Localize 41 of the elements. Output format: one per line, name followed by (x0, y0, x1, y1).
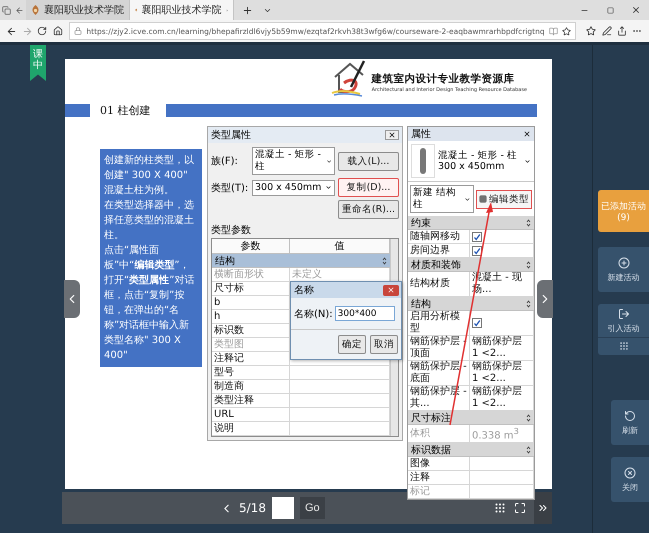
table-cell: 制造商 (212, 380, 290, 393)
table-cell: 体积 (408, 425, 470, 442)
table-cell: 型号 (212, 366, 290, 379)
phase-tag: 课中 (30, 45, 46, 81)
dialog-title: 类型属性 (211, 128, 251, 142)
section-title: 01 柱创建 (99, 103, 152, 118)
logo-title: 建筑室内设计专业教学资源库 (372, 72, 516, 86)
table-cell: 0.338 m$^{3}$ (470, 425, 534, 442)
tab-title: 襄阳职业技术学院 (44, 4, 124, 17)
card-label: 已添加活动 (601, 200, 646, 212)
column-header: 值 (290, 239, 390, 254)
table-cell: 钢筋保护层 - 底面 (408, 361, 470, 385)
type-size: 300 x 450mm (438, 161, 506, 172)
dialog-title: 名称 (294, 284, 314, 297)
table-cell: 说明 (212, 422, 290, 435)
section-label: 类型参数 (211, 225, 251, 236)
table-cell: 房间边界 (408, 244, 470, 257)
instruction-text: 点击“属性面板”中“编辑类型”，打开“类型属性”对话框，点击“复制”按钮，在弹出的“名称”对话框中输入新类型名称" 300 X 400" (104, 244, 196, 363)
table-cell: 启用分析模型 (408, 311, 470, 335)
table-cell: URL (212, 408, 290, 421)
column-header: 参数 (212, 239, 290, 254)
field-label: 类型(T): (211, 182, 249, 194)
activity-count: (9) (617, 212, 630, 222)
table-cell: 类型注释 (212, 394, 290, 407)
table-cell: 随轴网移动 (408, 230, 470, 243)
field-label: 名称(N): (294, 308, 333, 320)
table-cell: 钢筋保护层 1 <2... (470, 361, 534, 385)
table-cell: 横断面形状 (212, 268, 290, 281)
table-cell: 标记 (408, 485, 470, 498)
table-cell: 注释 (408, 471, 470, 484)
instruction-text: 创建新的柱类型，以创建" 300 X 400" 混凝土柱为例。 (104, 154, 195, 198)
tab-title: 襄阳职业技术学院 (142, 4, 222, 17)
panel-title: 属性 (411, 128, 431, 141)
field-label: 族(F): (211, 154, 239, 168)
table-cell: 图像 (408, 457, 470, 470)
table-cell: 钢筋保护层 1 <2... (470, 336, 534, 360)
type-name: 混凝土 - 矩形 - 柱 (438, 150, 518, 161)
table-cell: 结构材质 (408, 272, 470, 296)
table-cell: 钢筋保护层 1 <2... (470, 386, 534, 410)
instruction-text: 在类型选择器中，选择任意类型的混凝土柱。 (104, 198, 195, 243)
page-number: 5/18 (239, 501, 266, 515)
